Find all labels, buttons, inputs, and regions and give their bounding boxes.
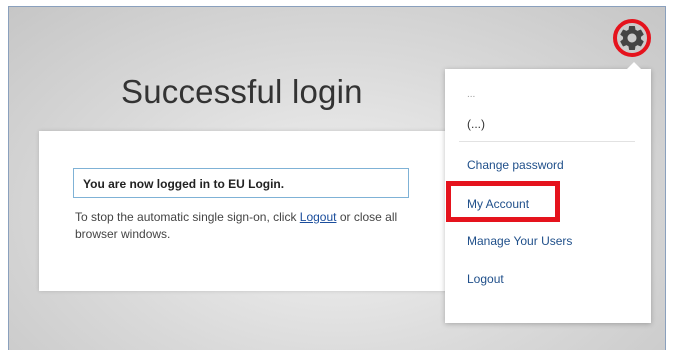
sso-info-text: To stop the automatic single sign-on, cl… xyxy=(75,209,415,243)
menu-caret xyxy=(627,62,641,69)
login-card: You are now logged in to EU Login. To st… xyxy=(39,131,481,291)
menu-item-logout[interactable]: Logout xyxy=(467,272,504,286)
menu-divider xyxy=(459,141,635,142)
login-notice: You are now logged in to EU Login. xyxy=(73,168,409,198)
my-account-highlight-box xyxy=(446,181,560,222)
menu-username-placeholder: ... xyxy=(467,89,476,100)
page-title: Successful login xyxy=(121,73,363,110)
menu-item-change-password[interactable]: Change password xyxy=(467,158,564,172)
logout-link[interactable]: Logout xyxy=(300,210,337,224)
menu-user-info: (...) xyxy=(467,117,485,131)
sso-info-before: To stop the automatic single sign-on, cl… xyxy=(75,210,300,224)
gear-highlight-ring xyxy=(613,19,651,57)
menu-item-manage-users[interactable]: Manage Your Users xyxy=(467,234,572,248)
